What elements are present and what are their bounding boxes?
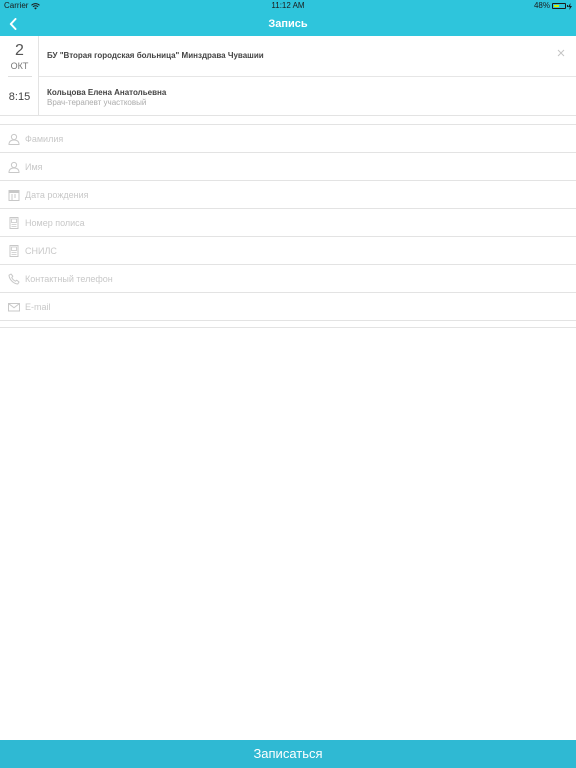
name-input[interactable] (25, 157, 565, 177)
patient-form (0, 124, 576, 321)
clinic-name: БУ "Вторая городская больница" Минздрава… (47, 51, 264, 60)
appointment-time: 8:15 (8, 91, 31, 103)
status-time: 11:12 AM (271, 1, 305, 10)
document-icon (9, 217, 19, 229)
surname-field-row (0, 125, 576, 153)
close-icon (557, 49, 565, 57)
page-title: Запись (268, 18, 308, 30)
calendar-icon (8, 190, 20, 201)
snils-input[interactable] (25, 241, 565, 261)
appointment-card: 2 ОКТ 8:15 БУ "Вторая городская больница… (0, 36, 576, 116)
battery-icon (552, 3, 568, 9)
status-bar: Carrier 11:12 AM 48% (0, 0, 576, 12)
submit-button[interactable]: Записаться (0, 740, 576, 768)
person-icon (8, 133, 20, 145)
policy-number-field-row (0, 209, 576, 237)
status-right: 48% (534, 0, 572, 12)
phone-icon (8, 273, 20, 285)
form-bottom-divider (0, 327, 576, 328)
navigation-bar: Запись (0, 12, 576, 36)
name-field-row (0, 153, 576, 181)
appointment-day: 2 (15, 42, 24, 59)
charging-bolt-icon (568, 2, 572, 10)
surname-input[interactable] (25, 129, 565, 149)
person-icon (8, 161, 20, 173)
date-divider (8, 76, 32, 77)
email-input[interactable] (25, 297, 565, 317)
battery-percent: 48% (533, 1, 550, 10)
document-icon (9, 245, 19, 257)
appointment-date-column: 2 ОКТ 8:15 (0, 36, 39, 116)
cancel-appointment-button[interactable] (556, 45, 566, 57)
phone-input[interactable] (25, 269, 565, 289)
doctor-specialty: Врач-терапевт участковый (47, 98, 147, 107)
birthdate-input[interactable] (25, 185, 565, 205)
birthdate-field-row (0, 181, 576, 209)
appointment-month: ОКТ (10, 61, 29, 71)
appointment-divider (39, 76, 576, 77)
phone-field-row (0, 265, 576, 293)
snils-field-row (0, 237, 576, 265)
doctor-name: Кольцова Елена Анатольевна (47, 88, 167, 97)
policy-number-input[interactable] (25, 213, 565, 233)
envelope-icon (8, 303, 20, 312)
email-field-row (0, 293, 576, 321)
